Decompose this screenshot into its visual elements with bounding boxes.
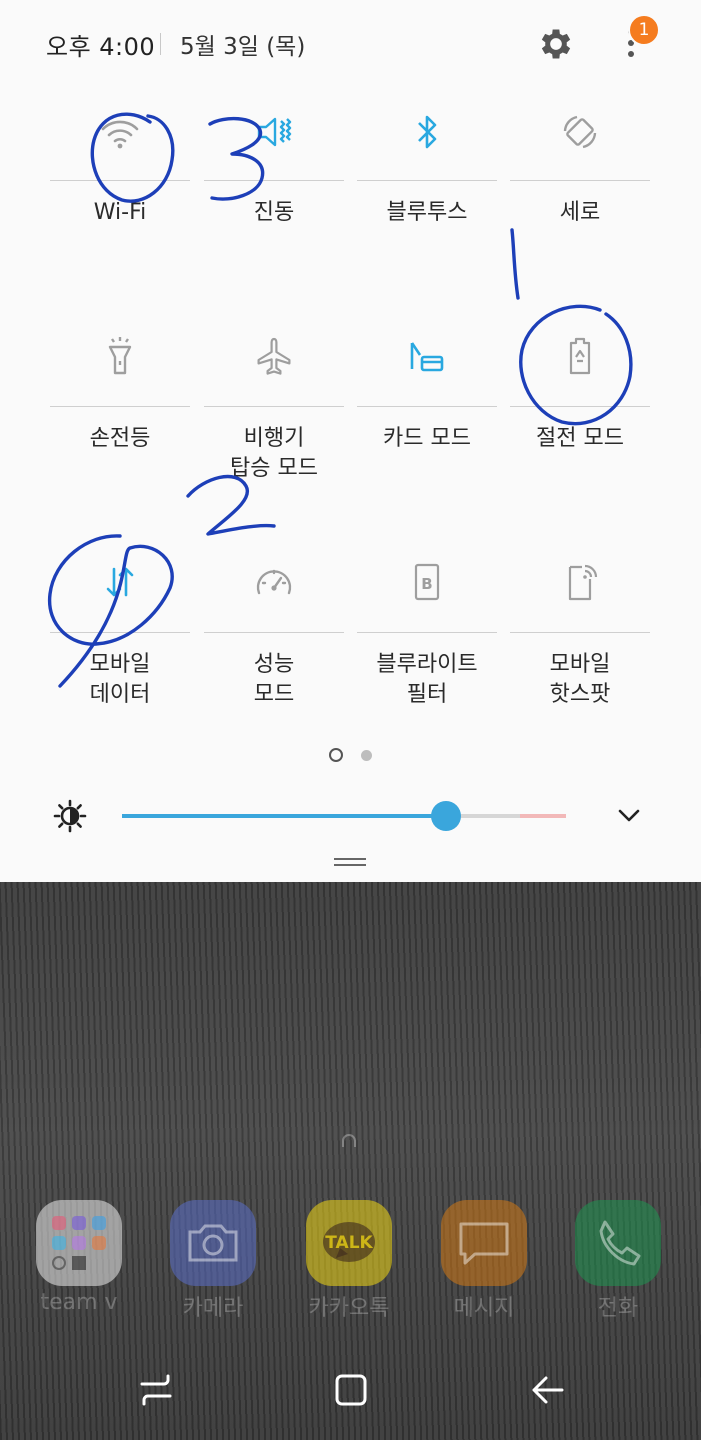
tile-label: 블루투스: [386, 200, 468, 225]
tile-divider: [357, 406, 497, 407]
rotation-lock-icon: [510, 102, 650, 162]
page-dot[interactable]: [361, 750, 372, 761]
tile-label: 모바일 핫스팟: [549, 652, 611, 707]
home-screen-wallpaper: team v 카메라 TALK 카카오톡 메시지 전화: [0, 882, 701, 1440]
phone-icon: [575, 1200, 661, 1286]
app-kakaotalk[interactable]: TALK 카카오톡: [294, 1200, 404, 1322]
blue-light-icon: B: [357, 552, 497, 612]
back-button-icon[interactable]: [528, 1370, 568, 1410]
brightness-icon: [53, 799, 87, 833]
tile-divider: [204, 406, 344, 407]
tile-bluetooth[interactable]: 블루투스: [357, 100, 497, 240]
kakaotalk-icon: TALK: [306, 1200, 392, 1286]
page-indicator: [0, 748, 701, 762]
tile-vibrate[interactable]: 진동: [204, 100, 344, 240]
settings-gear-icon[interactable]: [536, 24, 576, 64]
tile-mobile-hotspot[interactable]: 모바일 핫스팟: [510, 552, 650, 712]
vibrate-icon: [204, 102, 344, 162]
tile-label: 블루라이트 필터: [376, 652, 478, 707]
brightness-slider-thumb[interactable]: [431, 801, 462, 831]
tile-label: 카드 모드: [383, 426, 471, 451]
tile-label: 비행기 탑승 모드: [230, 426, 318, 481]
tile-card-mode[interactable]: 카드 모드: [357, 326, 497, 486]
app-camera[interactable]: 카메라: [158, 1200, 268, 1322]
tile-mobile-data[interactable]: 모바일 데이터: [50, 552, 190, 712]
app-folder-team-v[interactable]: team v: [24, 1200, 134, 1315]
tile-divider: [357, 180, 497, 181]
bluetooth-icon: [357, 102, 497, 162]
kakaotalk-badge-text: TALK: [325, 1233, 373, 1253]
tile-performance-mode[interactable]: 성능 모드: [204, 552, 344, 712]
svg-text:B: B: [421, 575, 432, 593]
tile-label: Wi-Fi: [93, 200, 147, 225]
tile-divider: [50, 180, 190, 181]
tile-divider: [50, 632, 190, 633]
tile-airplane-mode[interactable]: 비행기 탑승 모드: [204, 326, 344, 486]
app-label: 카메라: [182, 1296, 244, 1321]
recents-button-icon[interactable]: [136, 1370, 176, 1410]
airplane-icon: [204, 326, 344, 386]
performance-icon: [204, 552, 344, 612]
tile-divider: [204, 632, 344, 633]
app-label: team v: [40, 1290, 118, 1315]
brightness-slider-fill: [122, 814, 447, 818]
tile-wifi[interactable]: Wi-Fi: [50, 100, 190, 240]
tile-label: 성능 모드: [253, 652, 295, 707]
brightness-high-zone: [520, 814, 566, 818]
app-label: 카카오톡: [308, 1296, 390, 1321]
tile-label: 모바일 데이터: [89, 652, 151, 707]
app-label: 전화: [597, 1296, 639, 1321]
tile-divider: [510, 180, 650, 181]
page-dot-active[interactable]: [329, 748, 343, 762]
tile-divider: [50, 406, 190, 407]
power-saving-icon: [510, 326, 650, 386]
tile-divider: [204, 180, 344, 181]
tile-power-saving[interactable]: 절전 모드: [510, 326, 650, 486]
tile-divider: [510, 406, 650, 407]
tile-rotation[interactable]: 세로: [510, 100, 650, 240]
tile-blue-light-filter[interactable]: B 블루라이트 필터: [357, 552, 497, 712]
wifi-icon: [50, 102, 190, 162]
status-divider: [160, 33, 161, 55]
drag-handle-icon[interactable]: [334, 857, 366, 867]
status-time: 오후 4:00: [46, 32, 156, 61]
tile-divider: [510, 632, 650, 633]
brightness-slider[interactable]: [122, 801, 566, 831]
card-mode-icon: [357, 326, 497, 386]
quick-settings-panel: 오후 4:00 5월 3일 (목) 1 Wi-Fi 진동 블루투스 세로 손전등…: [0, 0, 701, 882]
tile-label: 절전 모드: [536, 426, 624, 451]
status-date: 5월 3일 (목): [180, 34, 306, 60]
camera-icon: [170, 1200, 256, 1286]
hotspot-icon: [510, 552, 650, 612]
tile-flashlight[interactable]: 손전등: [50, 326, 190, 486]
message-icon: [441, 1200, 527, 1286]
app-phone[interactable]: 전화: [563, 1200, 673, 1322]
app-label: 메시지: [453, 1296, 515, 1321]
notification-badge: 1: [628, 14, 660, 46]
tile-label: 진동: [253, 200, 295, 225]
flashlight-icon: [50, 326, 190, 386]
tile-label: 세로: [559, 200, 601, 225]
home-button-icon[interactable]: [331, 1370, 371, 1410]
mobile-data-icon: [50, 552, 190, 612]
chevron-down-icon[interactable]: [612, 800, 646, 830]
app-messages[interactable]: 메시지: [429, 1200, 539, 1322]
lock-icon: [342, 1134, 356, 1147]
folder-icon: [36, 1200, 122, 1286]
tile-divider: [357, 632, 497, 633]
tile-label: 손전등: [89, 426, 151, 451]
